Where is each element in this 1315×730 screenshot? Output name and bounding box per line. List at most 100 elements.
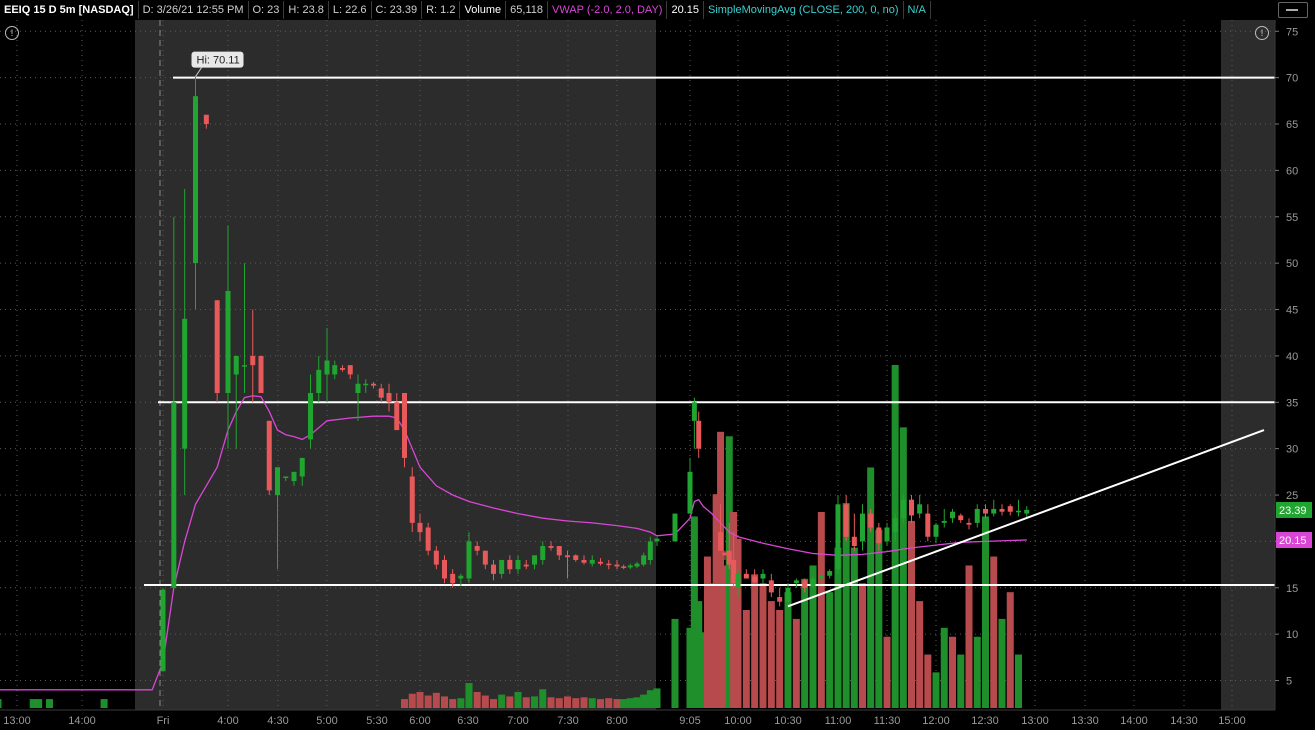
candle-body [768,580,774,593]
bar-date: D: 3/26/21 12:55 PM [139,1,249,19]
candle-body [1007,506,1013,512]
price-tick-label: 25 [1286,490,1298,502]
volume-bar [572,698,580,708]
candle-body [827,571,833,576]
candle-body [917,504,923,514]
volume-bar [633,697,641,708]
volume-bar [867,467,875,708]
price-tick-label: 15 [1286,583,1298,595]
volume-bar [514,691,522,708]
candle-body [266,420,272,491]
candle-body [548,546,554,548]
volume-bar [449,699,457,708]
volume-bar [998,618,1006,708]
time-tick-label: 6:30 [457,715,478,727]
candle-body [250,355,256,366]
volume-bar [597,699,604,708]
volume-bar [965,565,973,708]
volume-study-label[interactable]: Volume [460,1,507,19]
candle-body [182,318,188,449]
candle-body [491,564,496,574]
sma-study-label[interactable]: SimpleMovingAvg (CLOSE, 200, 0, no) [704,1,904,19]
volume-bar [613,699,621,708]
candle-body [581,559,587,563]
candle-body [900,499,906,519]
volume-bar [1015,654,1022,708]
candle-body [1016,510,1021,513]
price-tick-label: 40 [1286,351,1298,363]
candle-body [203,114,209,125]
candle-body [482,550,488,565]
vwap-study-label[interactable]: VWAP (-2.0, 2.0, DAY) [548,1,668,19]
minimize-icon[interactable] [1278,2,1308,18]
volume-bar [522,697,530,708]
candle-body [371,383,376,386]
candle-body [474,546,480,551]
time-axis-bg [0,710,1315,730]
time-tick-label: 5:30 [366,715,387,727]
volume-bar [883,636,891,708]
candle-body [402,393,407,458]
candle-body [450,573,456,584]
candle-body [958,515,964,521]
time-tick-label: 9:05 [679,715,700,727]
vwap-tag-text: 20.15 [1279,535,1307,547]
candle-body [696,420,702,449]
symbol-label[interactable]: EEIQ 15 D 5m [NASDAQ] [0,1,139,19]
volume-bar [875,529,883,708]
price-tick-label: 30 [1286,444,1298,456]
price-chart[interactable]: Hi: 70.115101520253035404550556065707523… [0,0,1315,730]
time-tick-label: 7:00 [507,715,528,727]
price-tick-label: 65 [1286,119,1298,131]
volume-bar [759,583,767,708]
time-tick-label: 7:30 [557,715,578,727]
volume-bar [408,693,416,708]
candle-body [654,538,660,542]
volume-bar [792,618,800,708]
candle-body [515,559,521,570]
candle-body [974,508,980,523]
price-tick-label: 5 [1286,676,1292,688]
volume-bar [646,690,654,708]
last-price-tag-text: 23.39 [1279,505,1307,517]
time-tick-label: 12:30 [971,715,999,727]
candle-body [214,300,220,394]
candle-body [909,499,914,516]
candle-body [417,522,423,533]
candle-body [892,518,898,533]
price-tick-label: 60 [1286,165,1298,177]
candle-body [291,471,297,482]
volume-bar [424,695,432,708]
candle-body [884,527,890,542]
candle-body [634,563,640,567]
candle-body [991,508,997,514]
price-tick-label: 45 [1286,305,1298,317]
candle-body [818,575,824,579]
volume-bar [539,689,547,708]
volume-bar [908,520,915,708]
candle-body [466,541,472,579]
candle-body [641,555,647,565]
price-tick-label: 75 [1286,26,1298,38]
volume-bar [826,592,834,708]
info-icon-right[interactable]: ! [1255,26,1269,40]
bar-close: C: 23.39 [372,1,423,19]
volume-bar [0,699,2,708]
volume-bar [416,691,424,708]
candle-body [556,546,562,556]
volume-bar [957,654,965,708]
candle-body [672,513,678,542]
time-tick-label: 12:00 [922,715,950,727]
candle-body [409,476,415,523]
vwap-value: 20.15 [667,1,704,19]
candle-body [983,508,988,514]
volume-bar [940,627,948,708]
candle-body [442,559,447,579]
candle-body [606,563,612,566]
price-tick-label: 50 [1286,258,1298,270]
info-icon[interactable]: ! [5,26,19,40]
volume-bar [916,601,924,708]
volume-bar [605,698,613,708]
premarket-region [135,20,656,710]
volume-bar [100,699,108,708]
